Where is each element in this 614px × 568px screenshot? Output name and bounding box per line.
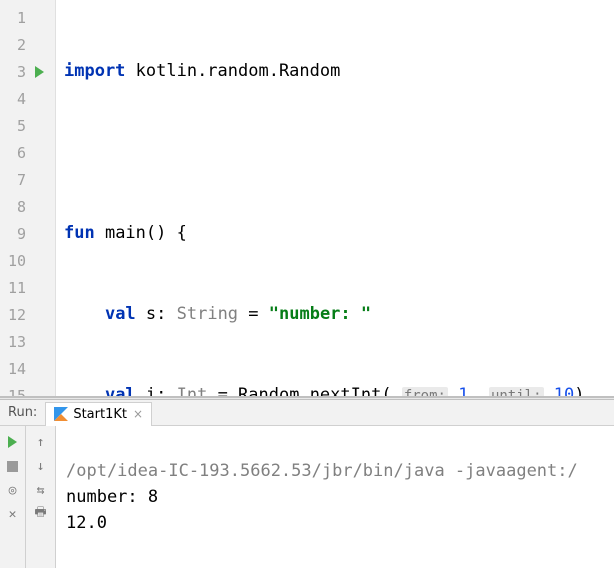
line-number: 5: [4, 117, 26, 135]
print-button[interactable]: 🖶: [32, 505, 50, 523]
up-button[interactable]: ↑: [32, 433, 50, 451]
line-number: 3: [4, 63, 26, 81]
param-hint: from:: [402, 387, 448, 397]
line-number: 2: [4, 36, 26, 54]
console-output[interactable]: /opt/idea-IC-193.5662.53/jbr/bin/java -j…: [56, 426, 614, 568]
dump-button[interactable]: ◎: [4, 481, 22, 499]
run-gutter-icon[interactable]: [26, 66, 52, 78]
console-line: 12.0: [66, 513, 107, 533]
param-hint: until:: [489, 387, 544, 397]
down-button[interactable]: ↓: [32, 457, 50, 475]
code-editor[interactable]: import kotlin.random.Random fun main() {…: [56, 0, 614, 396]
kotlin-icon: [54, 407, 68, 421]
line-number: 11: [4, 279, 26, 297]
gutter: 1 2 3 4 5 6 7 8 9 10 11 12 13 14 15: [0, 0, 56, 396]
run-panel: Run: Start1Kt × ◎ ✕ ↑ ↓ ⇆ 🖶 /opt/idea-IC…: [0, 400, 614, 568]
rerun-button[interactable]: [4, 433, 22, 451]
line-number: 7: [4, 171, 26, 189]
run-tab[interactable]: Start1Kt ×: [45, 402, 152, 426]
close-icon[interactable]: ×: [133, 407, 143, 421]
exit-button[interactable]: ✕: [4, 505, 22, 523]
line-number: 13: [4, 333, 26, 351]
line-number: 10: [4, 252, 26, 270]
line-number: 1: [4, 9, 26, 27]
console-command: /opt/idea-IC-193.5662.53/jbr/bin/java -j…: [66, 461, 578, 481]
line-number: 6: [4, 144, 26, 162]
stop-button[interactable]: [4, 457, 22, 475]
line-number: 4: [4, 90, 26, 108]
line-number: 14: [4, 360, 26, 378]
run-toolbar-secondary: ↑ ↓ ⇆ 🖶: [26, 426, 56, 568]
line-number: 9: [4, 225, 26, 243]
line-number: 15: [4, 387, 26, 398]
run-toolbar-primary: ◎ ✕: [0, 426, 26, 568]
wrap-button[interactable]: ⇆: [32, 481, 50, 499]
console-line: number: 8: [66, 487, 158, 507]
line-number: 12: [4, 306, 26, 324]
run-tab-label: Start1Kt: [73, 407, 127, 422]
run-header: Run: Start1Kt ×: [0, 400, 614, 426]
run-label: Run:: [8, 405, 37, 420]
line-number: 8: [4, 198, 26, 216]
editor-area: 1 2 3 4 5 6 7 8 9 10 11 12 13 14 15 impo…: [0, 0, 614, 397]
